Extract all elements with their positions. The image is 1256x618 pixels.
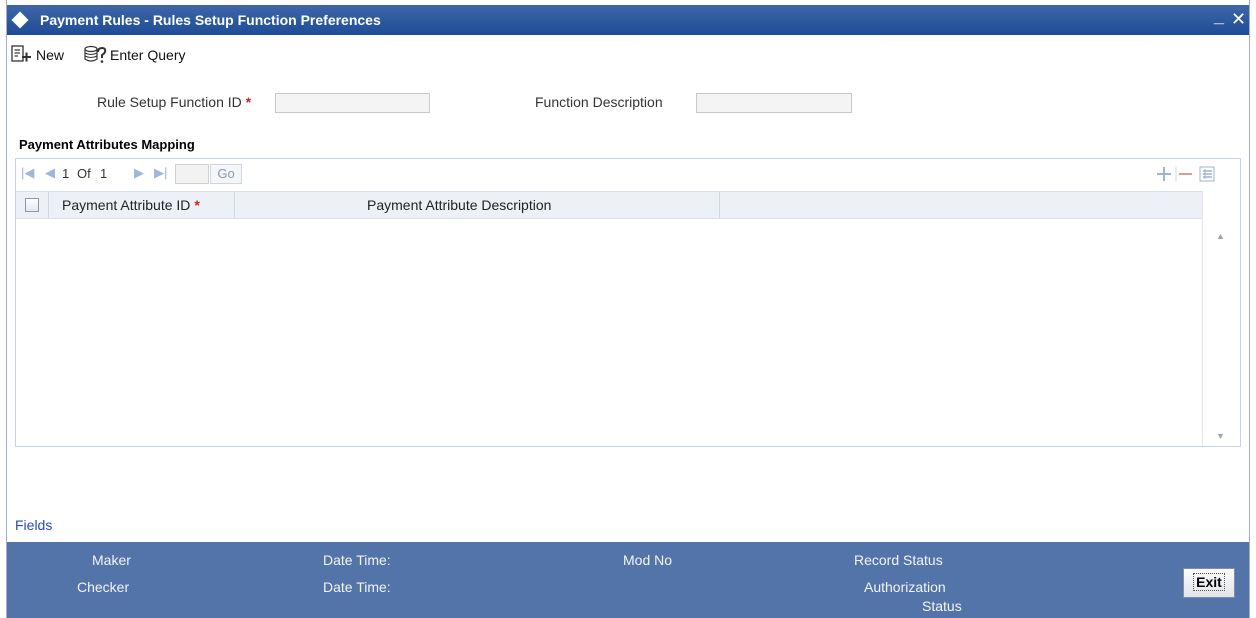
maker-date-time-label: Date Time: [323,552,391,568]
grid-body [16,219,1202,446]
function-description-label: Function Description [535,94,663,110]
checker-date-time-label: Date Time: [323,579,391,595]
fields-link[interactable]: Fields [15,517,52,533]
close-button[interactable]: ✕ [1231,9,1246,29]
new-button-label: New [36,47,65,63]
go-button[interactable]: Go [210,164,242,184]
enter-query-label: Enter Query [110,47,186,63]
section-title: Payment Attributes Mapping [19,137,195,152]
enter-query-button[interactable]: Enter Query [83,42,185,68]
last-page-icon[interactable]: ▶| [154,165,167,181]
rule-setup-function-id-label-text: Rule Setup Function ID [97,94,242,110]
new-button[interactable]: New [11,42,64,68]
diamond-icon [11,11,29,29]
page-number-input[interactable] [175,164,209,184]
dialog-window: Payment Rules - Rules Setup Function Pre… [6,0,1250,618]
add-row-icon[interactable] [1154,164,1174,184]
exit-button-label: Exit [1193,573,1225,591]
toolbar: New Enter Query [7,42,607,68]
payment-attributes-grid: |◀ ◀ 1 Of 1 ▶ ▶| Go Payment Attribute ID… [15,158,1241,447]
payment-attribute-id-label: Payment Attribute ID [62,197,191,213]
required-marker: * [194,197,200,213]
grid-pager: |◀ ◀ 1 Of 1 ▶ ▶| Go [16,159,1240,189]
first-page-icon[interactable]: |◀ [21,165,34,181]
column-separator [234,192,235,218]
rule-setup-function-id-input[interactable] [275,93,430,113]
column-separator [719,192,720,218]
scroll-down-icon[interactable]: ▼ [1216,431,1225,441]
exit-button[interactable]: Exit [1183,568,1235,598]
delete-row-icon[interactable] [1175,164,1195,184]
current-page: 1 [62,166,70,181]
total-pages: 1 [100,166,108,181]
window-title: Payment Rules - Rules Setup Function Pre… [40,12,381,28]
scroll-up-icon[interactable]: ▲ [1216,231,1225,241]
of-label: Of [77,166,91,181]
rule-setup-function-id-label: Rule Setup Function ID * [97,94,251,110]
mod-no-label: Mod No [623,552,673,568]
column-header-payment-attribute-id[interactable]: Payment Attribute ID * [62,192,200,218]
checker-label: Checker [77,579,130,595]
record-status-label: Record Status [854,552,943,568]
new-document-icon [11,45,31,62]
maker-label: Maker [92,552,131,568]
single-view-icon[interactable] [1197,164,1217,184]
select-all-checkbox[interactable] [25,198,39,212]
column-header-payment-attribute-description[interactable]: Payment Attribute Description [367,192,551,218]
vertical-scrollbar[interactable]: ▲ ▼ [1202,191,1240,446]
authorization-label: Authorization [864,579,946,595]
grid-header: Payment Attribute ID * Payment Attribute … [16,191,1202,219]
query-icon [84,45,107,63]
function-description-input[interactable] [696,93,852,113]
audit-footer: Maker Checker Date Time: Date Time: Mod … [7,542,1249,618]
required-marker: * [245,94,252,110]
column-separator [48,192,49,218]
minimize-button[interactable]: _ [1214,6,1224,26]
authorization-status-label: Status [922,598,962,614]
next-page-icon[interactable]: ▶ [134,165,144,181]
previous-page-icon[interactable]: ◀ [45,165,55,181]
title-bar[interactable]: Payment Rules - Rules Setup Function Pre… [7,5,1249,35]
